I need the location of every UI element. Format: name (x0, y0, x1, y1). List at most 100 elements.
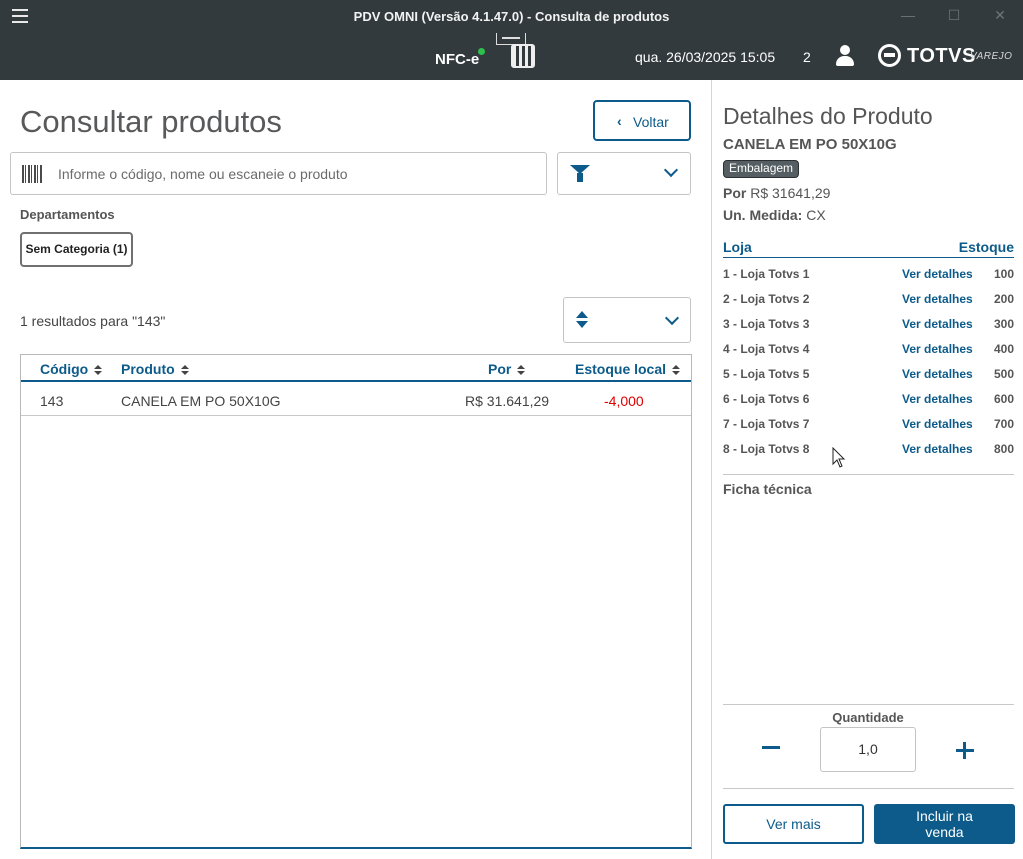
store-stock: 100 (993, 267, 1014, 281)
minimize-icon[interactable]: — (901, 8, 915, 22)
chevron-down-icon (664, 310, 680, 326)
cell-codigo: 143 (40, 393, 64, 409)
ver-detalhes-link[interactable]: Ver detalhes (902, 417, 973, 431)
unit-line: Un. Medida: CX (723, 207, 826, 223)
store-stock: 700 (993, 417, 1014, 431)
store-name: 4 - Loja Totvs 4 (723, 342, 810, 356)
store-stock: 600 (993, 392, 1014, 406)
ver-mais-button[interactable]: Ver mais (723, 804, 864, 844)
ver-detalhes-link[interactable]: Ver detalhes (902, 267, 973, 281)
qr-code-icon[interactable] (511, 44, 535, 68)
store-name: 1 - Loja Totvs 1 (723, 267, 810, 281)
product-name: CANELA EM PO 50X10G (723, 136, 897, 153)
title-bar: PDV OMNI (Versão 4.1.47.0) - Consulta de… (0, 0, 1023, 33)
list-item: 6 - Loja Totvs 6 Ver detalhes 600 (723, 392, 1014, 412)
store-stock: 200 (993, 292, 1014, 306)
divider (723, 704, 1014, 705)
table-row[interactable]: 143 CANELA EM PO 50X10G R$ 31.641,29 -4,… (21, 384, 691, 416)
column-header-por[interactable]: Por (488, 361, 526, 377)
list-item: 8 - Loja Totvs 8 Ver detalhes 800 (723, 442, 1014, 462)
sort-icon (180, 365, 189, 375)
window-title: PDV OMNI (Versão 4.1.47.0) - Consulta de… (353, 9, 670, 24)
mouse-cursor-icon (832, 447, 846, 468)
department-chip[interactable]: Sem Categoria (1) (20, 232, 133, 267)
column-label: Por (488, 361, 512, 377)
divider (723, 788, 1014, 789)
filter-dropdown[interactable] (557, 152, 691, 195)
datetime: qua. 26/03/2025 15:05 (635, 49, 776, 65)
list-item: 7 - Loja Totvs 7 Ver detalhes 700 (723, 417, 1014, 437)
stores-header: Loja Estoque (723, 239, 1014, 258)
notification-count: 2 (803, 49, 811, 65)
page-title: Consultar produtos (20, 104, 282, 139)
store-stock: 500 (993, 367, 1014, 381)
store-name: 5 - Loja Totvs 5 (723, 367, 810, 381)
price-value: R$ 31641,29 (750, 185, 831, 201)
store-stock: 800 (993, 442, 1014, 456)
product-search-panel: Consultar produtos ‹ Voltar Informe o có… (0, 80, 711, 859)
filter-icon (570, 165, 590, 182)
column-label: Produto (121, 361, 175, 377)
list-item: 1 - Loja Totvs 1 Ver detalhes 100 (723, 267, 1014, 287)
store-name: 2 - Loja Totvs 2 (723, 292, 810, 306)
price-line: Por R$ 31641,29 (723, 185, 830, 201)
store-name: 7 - Loja Totvs 7 (723, 417, 810, 431)
incluir-na-venda-button[interactable]: Incluir na venda (874, 804, 1015, 844)
sort-icon (94, 365, 103, 375)
close-icon[interactable]: ✕ (993, 8, 1007, 22)
back-button[interactable]: ‹ Voltar (593, 100, 691, 141)
details-title: Detalhes do Produto (723, 103, 933, 129)
doc-type-label: NFC-e (435, 51, 480, 68)
column-header-codigo[interactable]: Código (40, 361, 103, 377)
store-stock: 400 (993, 342, 1014, 356)
ver-detalhes-link[interactable]: Ver detalhes (902, 292, 973, 306)
store-column-label: Loja (723, 239, 752, 255)
app-header: NFC-e qua. 26/03/2025 15:05 2 TOTVS VARE… (0, 33, 1023, 80)
ver-detalhes-link[interactable]: Ver detalhes (902, 442, 973, 456)
quantity-input[interactable]: 1,0 (820, 727, 916, 772)
price-label: Por (723, 185, 747, 201)
logo-brand: TOTVS (907, 45, 976, 67)
user-icon[interactable] (835, 45, 855, 67)
stock-column-label: Estoque (958, 239, 1014, 255)
maximize-icon[interactable]: ☐ (947, 8, 961, 22)
sort-icon (576, 311, 588, 329)
store-name: 3 - Loja Totvs 3 (723, 317, 810, 331)
minus-icon[interactable] (762, 746, 780, 749)
sort-dropdown[interactable] (563, 297, 691, 343)
logo-sub: VAREJO (970, 51, 1013, 62)
store-name: 8 - Loja Totvs 8 (723, 442, 810, 456)
cell-por: R$ 31.641,29 (465, 393, 550, 409)
divider (723, 474, 1014, 475)
unit-label: Un. Medida: (723, 207, 803, 223)
column-header-estoque[interactable]: Estoque local (575, 361, 681, 377)
ver-detalhes-link[interactable]: Ver detalhes (902, 317, 973, 331)
barcode-icon[interactable] (22, 165, 43, 183)
list-item: 2 - Loja Totvs 2 Ver detalhes 200 (723, 292, 1014, 312)
ver-detalhes-link[interactable]: Ver detalhes (902, 392, 973, 406)
cell-produto: CANELA EM PO 50X10G (121, 393, 281, 409)
ver-detalhes-link[interactable]: Ver detalhes (902, 342, 973, 356)
back-button-label: Voltar (633, 114, 669, 130)
column-label: Código (40, 361, 89, 377)
list-item: 5 - Loja Totvs 5 Ver detalhes 500 (723, 367, 1014, 387)
list-item: 3 - Loja Totvs 3 Ver detalhes 300 (723, 317, 1014, 337)
chevron-down-icon (663, 162, 679, 178)
unit-value: CX (806, 207, 826, 223)
products-table: Código Produto Por Estoque local 143 CAN… (20, 354, 692, 849)
chevron-left-icon: ‹ (617, 113, 622, 129)
ver-detalhes-link[interactable]: Ver detalhes (902, 367, 973, 381)
quantity-label: Quantidade (832, 710, 904, 725)
status-dot-icon (478, 48, 485, 55)
sort-icon (517, 365, 526, 375)
store-stock: 300 (993, 317, 1014, 331)
store-name: 6 - Loja Totvs 6 (723, 392, 810, 406)
column-label: Estoque local (575, 361, 667, 377)
search-placeholder: Informe o código, nome ou escaneie o pro… (58, 166, 348, 182)
incluir-label: Incluir na venda (916, 808, 973, 840)
table-header: Código Produto Por Estoque local (21, 355, 691, 382)
packaging-badge: Embalagem (723, 160, 800, 178)
column-header-produto[interactable]: Produto (121, 361, 189, 377)
cell-estoque: -4,000 (604, 393, 644, 409)
search-input[interactable]: Informe o código, nome ou escaneie o pro… (10, 152, 547, 195)
